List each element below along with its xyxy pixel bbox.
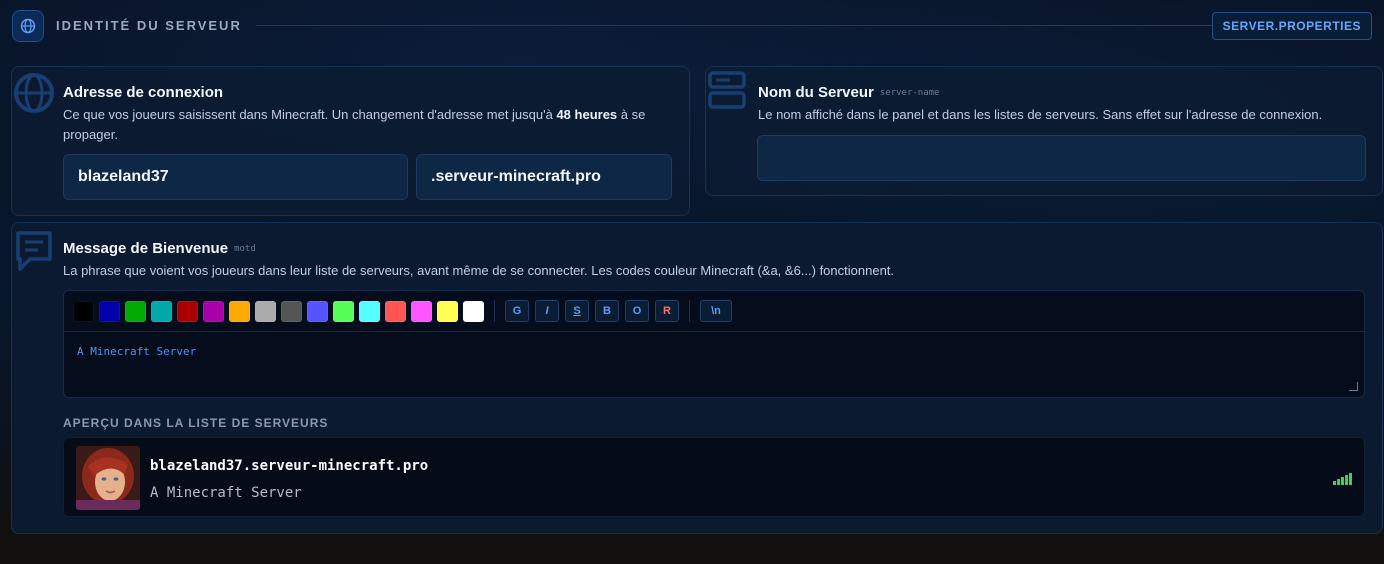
color-swatch-4[interactable]: [177, 300, 198, 322]
color-swatch-15[interactable]: [463, 300, 484, 322]
server-avatar: [76, 446, 140, 510]
preview-label: APERÇU DANS LA LISTE DE SERVEURS: [63, 416, 329, 430]
server-name-heading: Nom du Serveur server-name: [758, 84, 939, 102]
color-swatch-3[interactable]: [151, 300, 172, 322]
motd-textarea[interactable]: A Minecraft Server: [77, 345, 196, 358]
server-name-key: server-name: [879, 87, 940, 98]
format-button-r[interactable]: R: [655, 300, 679, 322]
server-name-input[interactable]: [757, 135, 1366, 181]
color-swatches: [73, 300, 484, 322]
color-swatch-6[interactable]: [229, 300, 250, 322]
server-icon: [708, 71, 746, 109]
color-swatch-8[interactable]: [281, 300, 302, 322]
format-button-o[interactable]: O: [625, 300, 649, 322]
globe-icon: [14, 73, 54, 113]
address-title: Adresse de connexion: [63, 84, 224, 101]
color-swatch-14[interactable]: [437, 300, 458, 322]
toolbar-separator: [689, 300, 690, 322]
format-button-g[interactable]: G: [505, 300, 529, 322]
motd-description: La phrase que voient vos joueurs dans le…: [63, 263, 895, 278]
color-swatch-7[interactable]: [255, 300, 276, 322]
section-header: IDENTITÉ DU SERVEUR SERVER.PROPERTIES: [0, 0, 1384, 52]
section-title: IDENTITÉ DU SERVEUR: [56, 18, 242, 33]
motd-key: motd: [234, 243, 256, 254]
color-swatch-2[interactable]: [125, 300, 146, 322]
header-divider: [256, 25, 1216, 26]
color-swatch-0[interactable]: [73, 300, 94, 322]
address-card: Adresse de connexion Ce que vos joueurs …: [11, 66, 690, 216]
preview-motd: A Minecraft Server: [150, 485, 302, 501]
server-name-card: Nom du Serveur server-name Le nom affiché…: [705, 66, 1383, 196]
color-swatch-1[interactable]: [99, 300, 120, 322]
address-desc-text: Ce que vos joueurs saisissent dans Minec…: [63, 107, 557, 122]
message-icon: [16, 231, 52, 271]
subdomain-input[interactable]: blazeland37: [63, 154, 408, 200]
resize-handle[interactable]: [1349, 382, 1358, 391]
color-swatch-5[interactable]: [203, 300, 224, 322]
newline-button[interactable]: \n: [700, 300, 732, 322]
address-desc-bold: 48 heures: [556, 107, 618, 122]
color-swatch-10[interactable]: [333, 300, 354, 322]
format-buttons: GISBOR: [505, 300, 679, 322]
motd-title: Message de Bienvenue: [63, 240, 229, 257]
server-list-preview: blazeland37.serveur-minecraft.pro A Mine…: [63, 437, 1365, 517]
server-name-title: Nom du Serveur: [758, 84, 874, 101]
server-properties-button[interactable]: SERVER.PROPERTIES: [1211, 12, 1372, 40]
server-name-description: Le nom affiché dans le panel et dans les…: [758, 107, 1323, 122]
format-button-i[interactable]: I: [535, 300, 559, 322]
color-swatch-9[interactable]: [307, 300, 328, 322]
format-button-s[interactable]: S: [565, 300, 589, 322]
toolbar-separator: [494, 300, 495, 322]
domain-select[interactable]: .serveur-minecraft.pro: [416, 154, 672, 200]
format-button-b[interactable]: B: [595, 300, 619, 322]
motd-heading: Message de Bienvenue motd: [63, 240, 256, 258]
signal-strength-icon: [1333, 473, 1352, 485]
globe-icon: [12, 10, 44, 42]
preview-server-address: blazeland37.serveur-minecraft.pro: [150, 458, 429, 474]
subdomain-value: blazeland37: [78, 168, 169, 185]
color-swatch-11[interactable]: [359, 300, 380, 322]
address-description: Ce que vos joueurs saisissent dans Minec…: [63, 105, 673, 145]
color-swatch-12[interactable]: [385, 300, 406, 322]
motd-editor: GISBOR \n A Minecraft Server: [63, 290, 1365, 398]
motd-toolbar: GISBOR \n: [64, 291, 1364, 332]
domain-value: .serveur-minecraft.pro: [431, 168, 601, 185]
color-swatch-13[interactable]: [411, 300, 432, 322]
